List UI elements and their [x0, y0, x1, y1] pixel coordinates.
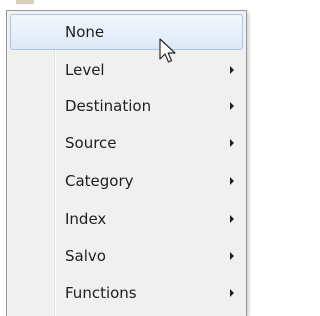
menu-item-source[interactable]: Source [10, 125, 243, 161]
chevron-right-icon [230, 139, 234, 147]
menu-item-label: Category [65, 172, 134, 190]
menu-item-none[interactable]: None [10, 14, 243, 50]
background-window [0, 0, 249, 10]
menu-item-label: Functions [65, 284, 137, 302]
menu-item-label: Destination [65, 97, 152, 115]
chevron-right-icon [230, 215, 234, 223]
menu-item-category[interactable]: Category [10, 163, 243, 199]
menu-item-index[interactable]: Index [10, 201, 243, 237]
menu-item-label: Salvo [65, 247, 106, 265]
menu-item-label: None [65, 23, 105, 41]
menu-item-label: Level [65, 61, 105, 79]
menu-item-salvo[interactable]: Salvo [10, 238, 243, 274]
menu-item-label: Source [65, 134, 117, 152]
menu-item-label: Index [65, 210, 107, 228]
chevron-right-icon [230, 252, 234, 260]
chevron-right-icon [230, 177, 234, 185]
menu-item-destination[interactable]: Destination [10, 88, 243, 124]
mouse-cursor-icon [159, 38, 176, 63]
context-menu: None Level Destination Source Category I… [6, 10, 247, 316]
chevron-right-icon [230, 66, 234, 74]
menu-item-functions[interactable]: Functions [10, 275, 243, 311]
chevron-right-icon [230, 289, 234, 297]
background-strip [16, 0, 34, 4]
menu-item-level[interactable]: Level [10, 52, 243, 88]
chevron-right-icon [230, 102, 234, 110]
